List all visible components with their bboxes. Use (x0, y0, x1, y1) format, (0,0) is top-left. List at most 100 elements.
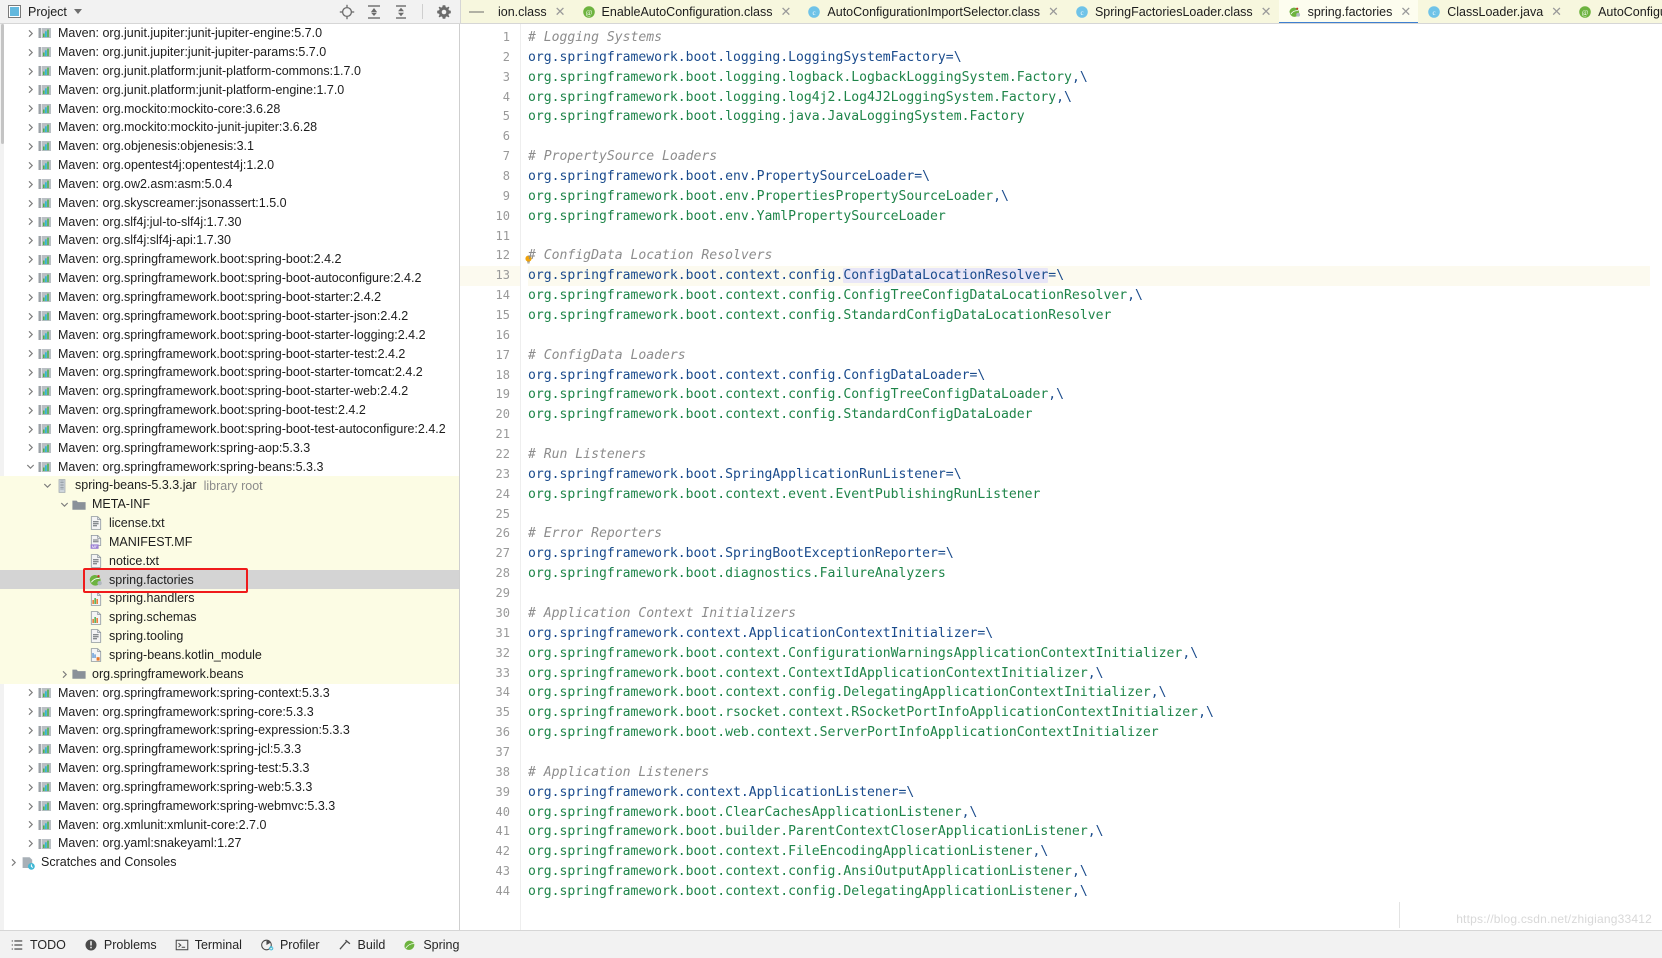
tree-row[interactable]: license.txt (0, 513, 459, 533)
gutter-line-number[interactable]: 5 (460, 107, 520, 127)
tree-row[interactable]: spring-beans-5.3.3.jar library root (0, 476, 459, 496)
code-line[interactable]: # Application Listeners (528, 763, 1662, 783)
tree-row[interactable]: Maven: org.yaml:snakeyaml:1.27 (0, 834, 459, 853)
editor-tab-spring-factories[interactable]: spring.factories ✕ (1278, 0, 1419, 23)
expand-all-icon[interactable] (366, 4, 382, 20)
editor-tab-enableautoconfiguration-class[interactable]: @ EnableAutoConfiguration.class ✕ (572, 0, 799, 23)
status-bar-item-spring[interactable]: Spring (403, 938, 459, 952)
code-line[interactable]: org.springframework.boot.context.config.… (528, 405, 1662, 425)
chevron-right-icon[interactable] (23, 726, 37, 735)
gutter-line-number[interactable]: 43 (460, 862, 520, 882)
editor-code-area[interactable]: # Logging Systems org.springframework.boo… (520, 24, 1662, 930)
code-line[interactable]: org.springframework.context.ApplicationC… (528, 624, 1662, 644)
code-line[interactable]: org.springframework.boot.env.YamlPropert… (528, 207, 1662, 227)
close-icon[interactable]: ✕ (1551, 6, 1562, 19)
tree-row[interactable]: Maven: org.slf4j:slf4j-api:1.7.30 (0, 231, 459, 250)
close-icon[interactable]: ✕ (1400, 6, 1411, 19)
gutter-line-number[interactable]: 31 (460, 624, 520, 644)
chevron-right-icon[interactable] (23, 330, 37, 339)
editor-tab-autoconfigurationimportselector-class[interactable]: c AutoConfigurationImportSelector.class ✕ (798, 0, 1066, 23)
tree-row[interactable]: Maven: org.springframework.boot:spring-b… (0, 269, 459, 288)
close-icon[interactable]: ✕ (1261, 6, 1272, 19)
close-icon[interactable]: ✕ (555, 6, 566, 19)
editor-tab-springfactoriesloader-class[interactable]: c SpringFactoriesLoader.class ✕ (1065, 0, 1279, 23)
code-line[interactable]: org.springframework.boot.logging.java.Ja… (528, 107, 1662, 127)
chevron-right-icon[interactable] (23, 312, 37, 321)
code-line[interactable]: # ConfigData Location Resolvers (528, 246, 1662, 266)
editor-pane[interactable]: 1 2 3 4 5 6 7 8 9 10 11 12 13 14 15 16 17 18 19 20 21 22 23 24 2… (460, 24, 1662, 930)
gutter-line-number[interactable]: 34 (460, 683, 520, 703)
tree-row[interactable]: Maven: org.junit.platform:junit-platform… (0, 81, 459, 100)
tree-row[interactable]: Maven: org.mockito:mockito-junit-jupiter… (0, 118, 459, 137)
tree-row[interactable]: Maven: org.springframework:spring-test:5… (0, 759, 459, 778)
gutter-line-number[interactable]: 37 (460, 743, 520, 763)
code-line[interactable] (528, 227, 1662, 247)
gear-icon[interactable] (436, 4, 452, 20)
code-line[interactable]: org.springframework.boot.logging.log4j2.… (528, 88, 1662, 108)
tree-row[interactable]: spring.handlers (0, 589, 459, 609)
tree-row[interactable]: Maven: org.springframework:spring-web:5.… (0, 778, 459, 797)
chevron-right-icon[interactable] (23, 48, 37, 57)
gutter-line-number[interactable]: 13 (460, 266, 520, 287)
gutter-line-number[interactable]: 16 (460, 326, 520, 346)
gutter-line-number[interactable]: 21 (460, 425, 520, 445)
chevron-right-icon[interactable] (23, 820, 37, 829)
chevron-right-icon[interactable] (23, 274, 37, 283)
gutter-line-number[interactable]: 12 (460, 246, 532, 266)
locate-icon[interactable] (339, 4, 355, 20)
gutter-line-number[interactable]: 36 (460, 723, 520, 743)
editor-gutter[interactable]: 1 2 3 4 5 6 7 8 9 10 11 12 13 14 15 16 17 18 19 20 21 22 23 24 2… (460, 24, 532, 930)
gutter-line-number[interactable]: 15 (460, 306, 520, 326)
chevron-right-icon[interactable] (23, 783, 37, 792)
code-line[interactable]: org.springframework.boot.context.config.… (528, 882, 1662, 902)
chevron-right-icon[interactable] (6, 858, 20, 867)
code-line[interactable]: org.springframework.boot.context.config.… (528, 306, 1662, 326)
code-line[interactable]: # Logging Systems (528, 28, 1662, 48)
chevron-right-icon[interactable] (23, 688, 37, 697)
code-line[interactable]: org.springframework.boot.ClearCachesAppl… (528, 803, 1662, 823)
chevron-right-icon[interactable] (23, 217, 37, 226)
code-line[interactable]: # Error Reporters (528, 524, 1662, 544)
tree-row[interactable]: Maven: org.springframework.boot:spring-b… (0, 344, 459, 363)
gutter-line-number[interactable]: 8 (460, 167, 520, 187)
gutter-line-number[interactable]: 35 (460, 703, 520, 723)
tree-row[interactable]: Maven: org.skyscreamer:jsonassert:1.5.0 (0, 194, 459, 213)
gutter-line-number[interactable]: 44 (460, 882, 520, 902)
gutter-line-number[interactable]: 32 (460, 644, 520, 664)
editor-scrollbar[interactable] (1650, 24, 1662, 930)
code-line[interactable] (528, 584, 1662, 604)
gutter-line-number[interactable]: 25 (460, 505, 520, 525)
code-line[interactable]: org.springframework.boot.context.config.… (528, 385, 1662, 405)
chevron-right-icon[interactable] (23, 839, 37, 848)
gutter-line-number[interactable]: 3 (460, 68, 520, 88)
tree-row[interactable]: Maven: org.springframework.boot:spring-b… (0, 382, 459, 401)
chevron-right-icon[interactable] (23, 443, 37, 452)
chevron-down-icon[interactable] (57, 500, 71, 509)
tree-row[interactable]: Scratches and Consoles (0, 853, 459, 872)
status-bar-item-terminal[interactable]: Terminal (175, 938, 242, 952)
code-line[interactable]: org.springframework.boot.context.config.… (528, 286, 1662, 306)
chevron-right-icon[interactable] (23, 161, 37, 170)
gutter-line-number[interactable]: 23 (460, 465, 520, 485)
tab-overflow-icon[interactable]: — (461, 0, 489, 23)
code-line[interactable] (528, 743, 1662, 763)
code-line[interactable]: org.springframework.boot.context.config.… (528, 266, 1662, 287)
chevron-right-icon[interactable] (23, 85, 37, 94)
tree-row[interactable]: Maven: org.springframework.boot:spring-b… (0, 326, 459, 345)
gutter-line-number[interactable]: 14 (460, 286, 520, 306)
code-line[interactable]: org.springframework.boot.web.context.Ser… (528, 723, 1662, 743)
tree-row[interactable]: Maven: org.springframework:spring-core:5… (0, 702, 459, 721)
status-bar-item-profiler[interactable]: Profiler (260, 938, 320, 952)
code-line[interactable]: org.springframework.boot.context.config.… (528, 862, 1662, 882)
tree-row[interactable]: Maven: org.opentest4j:opentest4j:1.2.0 (0, 156, 459, 175)
tree-row[interactable]: Maven: org.springframework.boot:spring-b… (0, 363, 459, 382)
gutter-line-number[interactable]: 22 (460, 445, 520, 465)
code-line[interactable]: # PropertySource Loaders (528, 147, 1662, 167)
gutter-line-number[interactable]: 18 (460, 366, 520, 386)
gutter-line-number[interactable]: 4 (460, 88, 520, 108)
chevron-right-icon[interactable] (23, 29, 37, 38)
tree-row[interactable]: Maven: org.mockito:mockito-core:3.6.28 (0, 99, 459, 118)
chevron-down-icon[interactable] (73, 9, 82, 14)
chevron-right-icon[interactable] (23, 255, 37, 264)
gutter-line-number[interactable]: 24 (460, 485, 520, 505)
